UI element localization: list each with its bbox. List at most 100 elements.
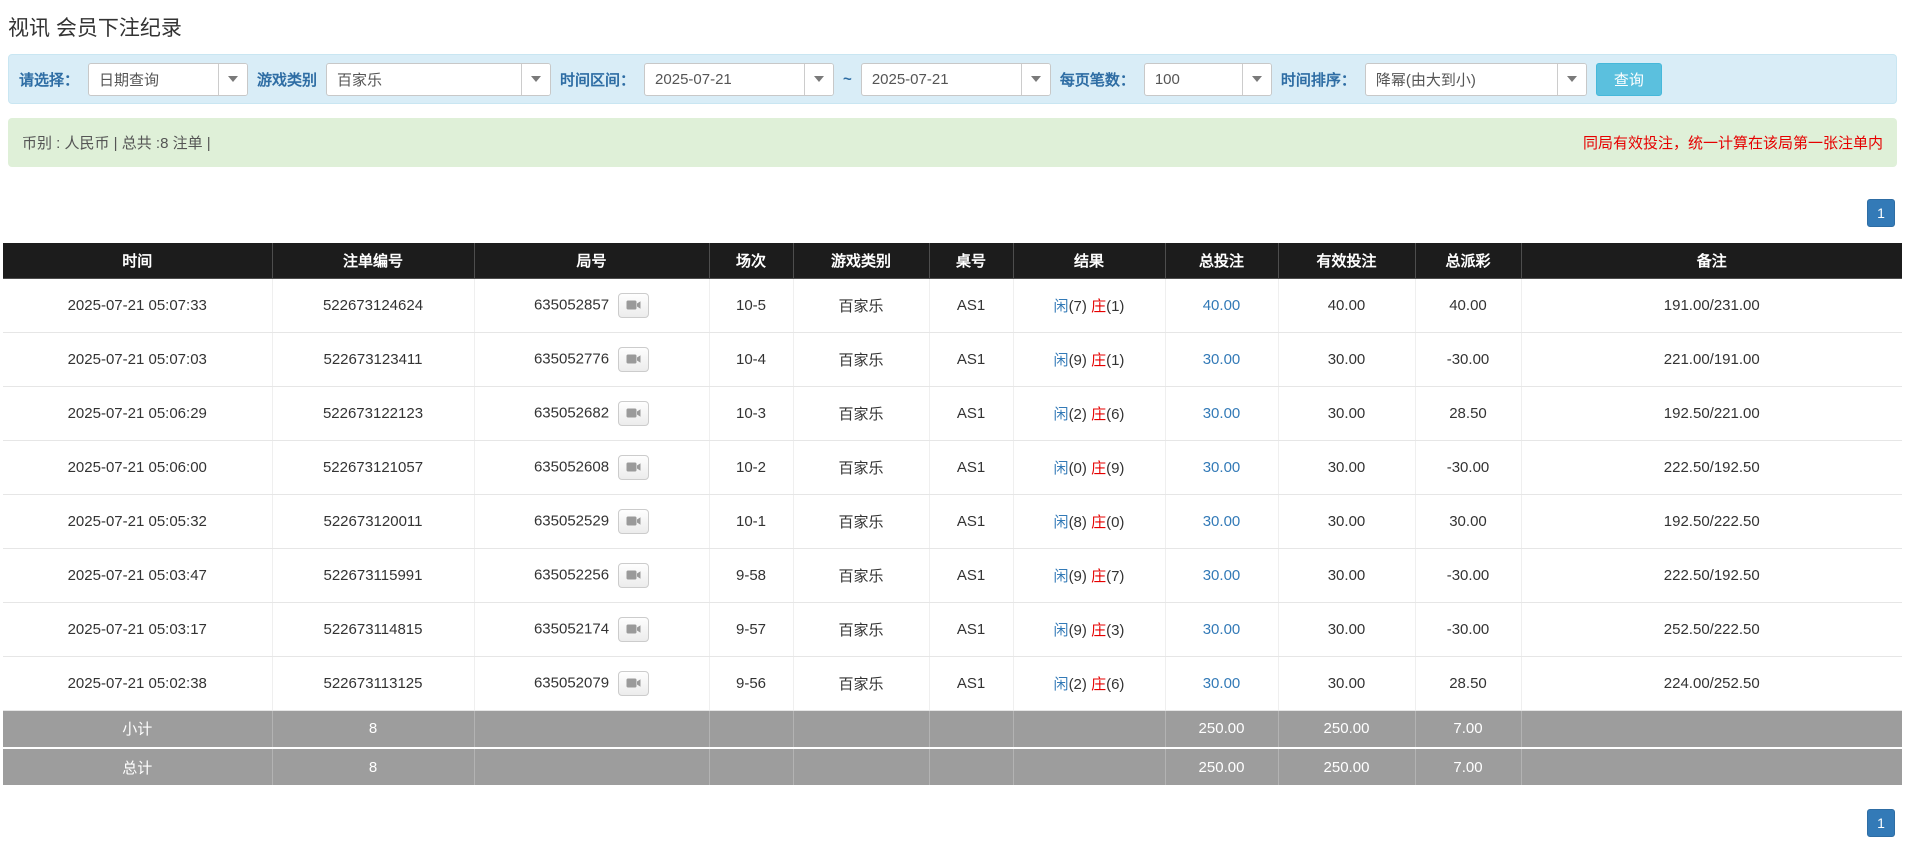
view-round-video-button[interactable] [618,346,650,372]
time-sort-select[interactable]: 降幂(由大到小) [1364,62,1587,96]
cell-table-no: AS1 [929,602,1014,657]
total-bet-link[interactable]: 30.00 [1203,459,1241,476]
cell-table-no: AS1 [929,386,1014,441]
result-banker: 庄 [1091,297,1107,315]
cell-time: 2025-07-21 05:03:17 [3,602,273,657]
cell-valid-bet: 30.00 [1278,656,1416,711]
pagination-top: 1 [10,199,1895,227]
cell-bet-id: 522673114815 [272,602,475,657]
cell-session: 9-56 [709,656,794,711]
view-round-video-button[interactable] [618,454,650,480]
cell-session: 10-3 [709,386,794,441]
total-bet-link[interactable]: 30.00 [1203,513,1241,530]
search-button[interactable]: 查询 [1595,62,1662,96]
cell-note: 192.50/221.00 [1521,386,1902,441]
cell-bet-id: 522673124624 [272,278,475,333]
total-bet-link[interactable]: 40.00 [1203,297,1241,314]
total-bet-link[interactable]: 30.00 [1203,621,1241,638]
video-icon [626,570,641,580]
query-mode-select[interactable]: 日期查询 [88,62,249,96]
result-banker: 庄 [1091,351,1107,369]
view-round-video-button[interactable] [618,616,650,642]
page-1-button[interactable]: 1 [1867,809,1895,837]
chevron-down-icon[interactable] [1241,63,1271,95]
result-banker: 庄 [1091,567,1107,585]
cell-round-id: 635052529 [474,494,710,549]
cell-game-type: 百家乐 [793,386,930,441]
table-row: 2025-07-21 05:07:33 522673124624 635052857… [3,278,1902,333]
result-player-score: (9) [1068,567,1087,585]
cell-result: 闲(9) 庄(3) [1013,602,1166,657]
table-row: 2025-07-21 05:03:17 522673114815 635052174… [3,602,1902,657]
valid-bet-notice-text: 同局有效投注，统一计算在该局第一张注单内 [1582,135,1883,152]
header-session: 场次 [709,243,794,279]
cell-game-type: 百家乐 [793,656,930,711]
header-payout: 总派彩 [1415,243,1522,279]
result-player: 闲 [1053,297,1069,315]
cell-result: 闲(9) 庄(1) [1013,332,1166,387]
video-icon [626,624,641,634]
cell-result: 闲(2) 庄(6) [1013,656,1166,711]
result-banker-score: (1) [1106,351,1125,369]
cell-valid-bet: 30.00 [1278,548,1416,603]
cell-round-id: 635052256 [474,548,710,603]
result-banker-score: (0) [1106,513,1125,531]
cell-valid-bet: 30.00 [1278,494,1416,549]
table-footer: 小计 8 250.00 250.00 7.00 总计 8 250.00 250.… [3,710,1902,787]
game-type-select[interactable]: 百家乐 [326,62,552,96]
cell-note: 221.00/191.00 [1521,332,1902,387]
cell-time: 2025-07-21 05:02:38 [3,656,273,711]
result-player: 闲 [1053,513,1069,531]
cell-game-type: 百家乐 [793,548,930,603]
date-range-label: 时间区间： [560,71,636,89]
page-1-button[interactable]: 1 [1867,199,1895,227]
date-to-select[interactable]: 2025-07-21 [860,62,1051,96]
result-player: 闲 [1053,459,1069,477]
total-bet-link[interactable]: 30.00 [1203,567,1241,584]
total-bet-link[interactable]: 30.00 [1203,351,1241,368]
cell-note: 192.50/222.50 [1521,494,1902,549]
result-banker-score: (1) [1106,297,1125,315]
view-round-video-button[interactable] [618,400,650,426]
cell-total-bet: 30.00 [1165,332,1279,387]
result-player-score: (2) [1068,675,1087,693]
total-bet-link[interactable]: 30.00 [1203,405,1241,422]
cell-bet-id: 522673123411 [272,332,475,387]
cell-bet-id: 522673115991 [272,548,475,603]
cell-table-no: AS1 [929,440,1014,495]
cell-session: 10-4 [709,332,794,387]
game-type-value: 百家乐 [337,71,383,89]
cell-time: 2025-07-21 05:06:29 [3,386,273,441]
page-size-label: 每页笔数： [1059,71,1135,89]
date-from-select[interactable]: 2025-07-21 [644,62,835,96]
view-round-video-button[interactable] [618,670,650,696]
date-to-value: 2025-07-21 [871,70,949,88]
view-round-video-button[interactable] [618,292,650,318]
view-round-video-button[interactable] [618,562,650,588]
view-round-video-button[interactable] [618,508,650,534]
result-player: 闲 [1053,621,1069,639]
round-number: 635052608 [533,457,610,475]
total-count: 8 [272,748,475,787]
round-number: 635052776 [533,349,610,367]
chevron-down-icon[interactable] [1020,63,1050,95]
chevron-down-icon[interactable] [1556,63,1586,95]
cell-result: 闲(9) 庄(7) [1013,548,1166,603]
currency-summary-text: 币别 : 人民币 | 总共 :8 注单 | [22,135,211,152]
chevron-down-icon[interactable] [804,63,834,95]
page-size-select[interactable]: 100 [1143,62,1272,96]
total-bet-link[interactable]: 30.00 [1203,675,1241,692]
cell-result: 闲(7) 庄(1) [1013,278,1166,333]
chevron-down-icon[interactable] [218,63,248,95]
round-number: 635052857 [533,295,610,313]
pagination-bottom: 1 [10,809,1895,837]
cell-valid-bet: 30.00 [1278,332,1416,387]
cell-session: 9-58 [709,548,794,603]
cell-bet-id: 522673122123 [272,386,475,441]
chevron-down-icon[interactable] [521,63,551,95]
video-icon [626,678,641,688]
cell-time: 2025-07-21 05:07:33 [3,278,273,333]
cell-bet-id: 522673121057 [272,440,475,495]
subtotal-row: 小计 8 250.00 250.00 7.00 [3,710,1902,749]
video-icon [626,300,641,310]
